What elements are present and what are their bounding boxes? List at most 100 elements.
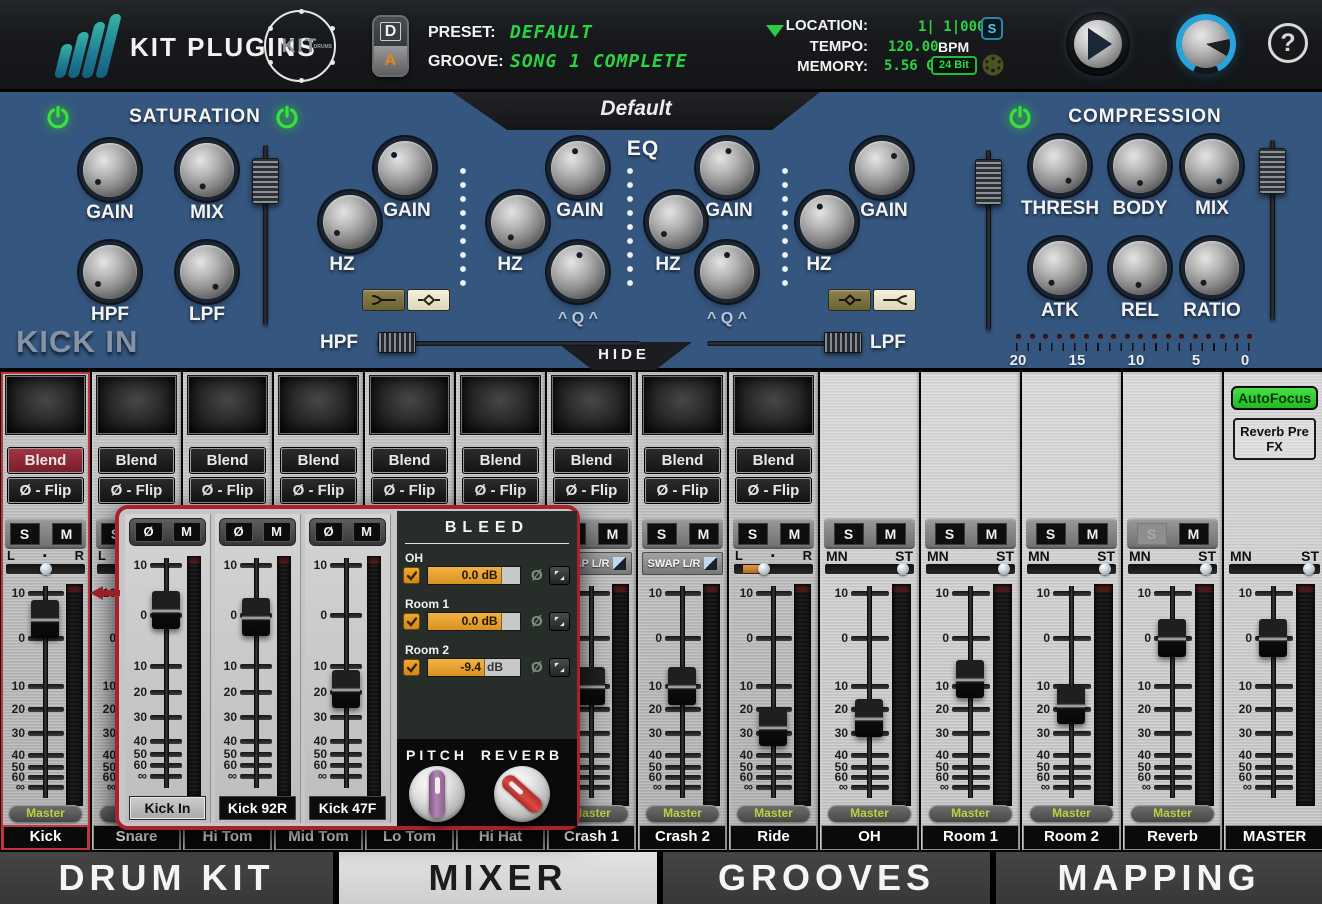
fader-handle[interactable] [759,708,787,746]
mute-button[interactable]: M [977,523,1007,545]
eq-band4-freq-knob[interactable] [800,195,854,249]
eq-band1-fork-left-toggle[interactable] [362,289,405,311]
bleed-phase-icon[interactable]: Ø [531,659,543,676]
mic-fader-kick-in[interactable]: 100102030405060∞ [125,556,211,790]
mute-button[interactable]: M [1179,523,1209,545]
channel-fader-kick[interactable]: 100102030405060∞ [1,584,90,800]
eq-band1-gain-knob[interactable] [378,141,432,195]
channel-name-ride[interactable]: Ride [730,825,817,850]
tab-mapping[interactable]: MAPPING [996,852,1322,904]
pitch-knob[interactable] [409,766,465,822]
channel-name-crash-2[interactable]: Crash 2 [639,825,726,850]
phase-flip-button[interactable]: Ø - Flip [554,478,629,503]
blend-button[interactable]: Blend [281,448,356,473]
channel-name-room-1[interactable]: Room 1 [922,825,1019,850]
blend-button[interactable]: Blend [463,448,538,473]
channel-fader-room-2[interactable]: 100102030405060∞ [1022,584,1121,800]
compression-mix-knob[interactable] [1185,139,1239,193]
phase-flip-button[interactable]: Ø - Flip [463,478,538,503]
bleed-checkbox[interactable] [403,567,420,584]
pan-handle[interactable] [758,563,770,575]
saturation-power-button[interactable] [45,104,71,130]
compression-body-knob[interactable] [1113,139,1167,193]
channel-name-oh[interactable]: OH [821,825,918,850]
mute-button[interactable]: M [52,523,82,545]
solo-button[interactable]: S [935,523,965,545]
tab-grooves[interactable]: GROOVES [663,852,990,904]
route-master-button[interactable]: Master [1131,805,1214,822]
mic-mute-button[interactable]: M [173,522,201,542]
slider-handle[interactable] [824,332,862,353]
eq-band2-q-knob[interactable] [551,245,605,299]
slider-handle[interactable] [252,158,279,204]
blend-button[interactable]: Blend [8,448,83,473]
solo-button[interactable]: S [1137,523,1167,545]
bleed-checkbox[interactable] [403,613,420,630]
master-volume-knob[interactable] [1176,14,1236,74]
pan-handle[interactable] [40,563,52,575]
eq-band1-freq-knob[interactable] [323,195,377,249]
fader-handle[interactable] [1158,619,1186,657]
sync-button[interactable]: S [981,17,1003,40]
compression-output-slider[interactable] [1270,140,1275,320]
bleed-expand-button[interactable] [549,658,570,677]
mono-stereo-slider[interactable] [1128,564,1217,574]
mono-stereo-handle[interactable] [1303,563,1315,575]
eq-band4-diamond-toggle[interactable] [828,289,871,311]
mic-fader-kick-92r[interactable]: 100102030405060∞ [215,556,301,790]
route-master-button[interactable]: Master [929,805,1012,822]
mic-name-kick-47f[interactable]: Kick 47F [309,796,386,820]
compression-power-button[interactable] [1007,104,1033,130]
slider-handle[interactable] [975,159,1002,205]
saturation-level-slider[interactable] [263,145,268,325]
phase-flip-button[interactable]: Ø - Flip [372,478,447,503]
hide-panel-button[interactable]: HIDE [556,342,692,370]
mic-mute-button[interactable]: M [263,522,291,542]
fader-handle[interactable] [668,667,696,705]
mic-fader-kick-47f[interactable]: 100102030405060∞ [305,556,391,790]
mute-button[interactable]: M [876,523,906,545]
mono-stereo-slider[interactable] [1027,564,1116,574]
slider-handle[interactable] [378,332,416,353]
channel-fader-room-1[interactable]: 100102030405060∞ [921,584,1020,800]
bleed-value-bar[interactable]: 0.0 dB [427,612,521,631]
blend-button[interactable]: Blend [554,448,629,473]
bleed-checkbox[interactable] [403,659,420,676]
saturation-lpf-knob[interactable] [180,245,234,299]
solo-button[interactable]: S [1036,523,1066,545]
compression-rel-knob[interactable] [1113,241,1167,295]
da-mode-switch[interactable]: D A [372,15,409,77]
fader-handle[interactable] [31,600,59,638]
compression-ratio-knob[interactable] [1185,241,1239,295]
phase-flip-button[interactable]: Ø - Flip [8,478,83,503]
mono-stereo-slider[interactable] [1229,564,1320,574]
fader-handle[interactable] [1057,686,1085,724]
mono-stereo-handle[interactable] [1099,563,1111,575]
eq-band2-gain-knob[interactable] [551,141,605,195]
fader-handle[interactable] [577,667,605,705]
eq-hpf-slider[interactable] [377,341,640,346]
mono-stereo-handle[interactable] [897,563,909,575]
eq-band4-fork-right-toggle[interactable] [873,289,916,311]
eq-band2-freq-knob[interactable] [491,195,545,249]
solo-button[interactable]: S [834,523,864,545]
saturation-hpf-knob[interactable] [83,245,137,299]
compression-atk-knob[interactable] [1033,241,1087,295]
autofocus-button[interactable]: AutoFocus [1231,386,1318,410]
pan-slider[interactable] [6,564,85,574]
channel-name-room-2[interactable]: Room 2 [1023,825,1120,850]
fader-handle[interactable] [332,670,360,708]
saturation-mix-knob[interactable] [180,143,234,197]
play-button[interactable] [1066,12,1130,76]
groove-value[interactable]: SONG 1 COMPLETE [510,51,688,72]
mute-button[interactable]: M [1078,523,1108,545]
bleed-expand-button[interactable] [549,612,570,631]
route-master-button[interactable]: Master [1030,805,1113,822]
mic-mute-button[interactable]: M [353,522,381,542]
mute-button[interactable]: M [780,523,810,545]
bleed-phase-icon[interactable]: Ø [531,613,543,630]
eq-band4-gain-knob[interactable] [855,141,909,195]
blend-button[interactable]: Blend [190,448,265,473]
preset-value[interactable]: DEFAULT [510,22,593,43]
mic-name-kick-in[interactable]: Kick In [129,796,206,820]
